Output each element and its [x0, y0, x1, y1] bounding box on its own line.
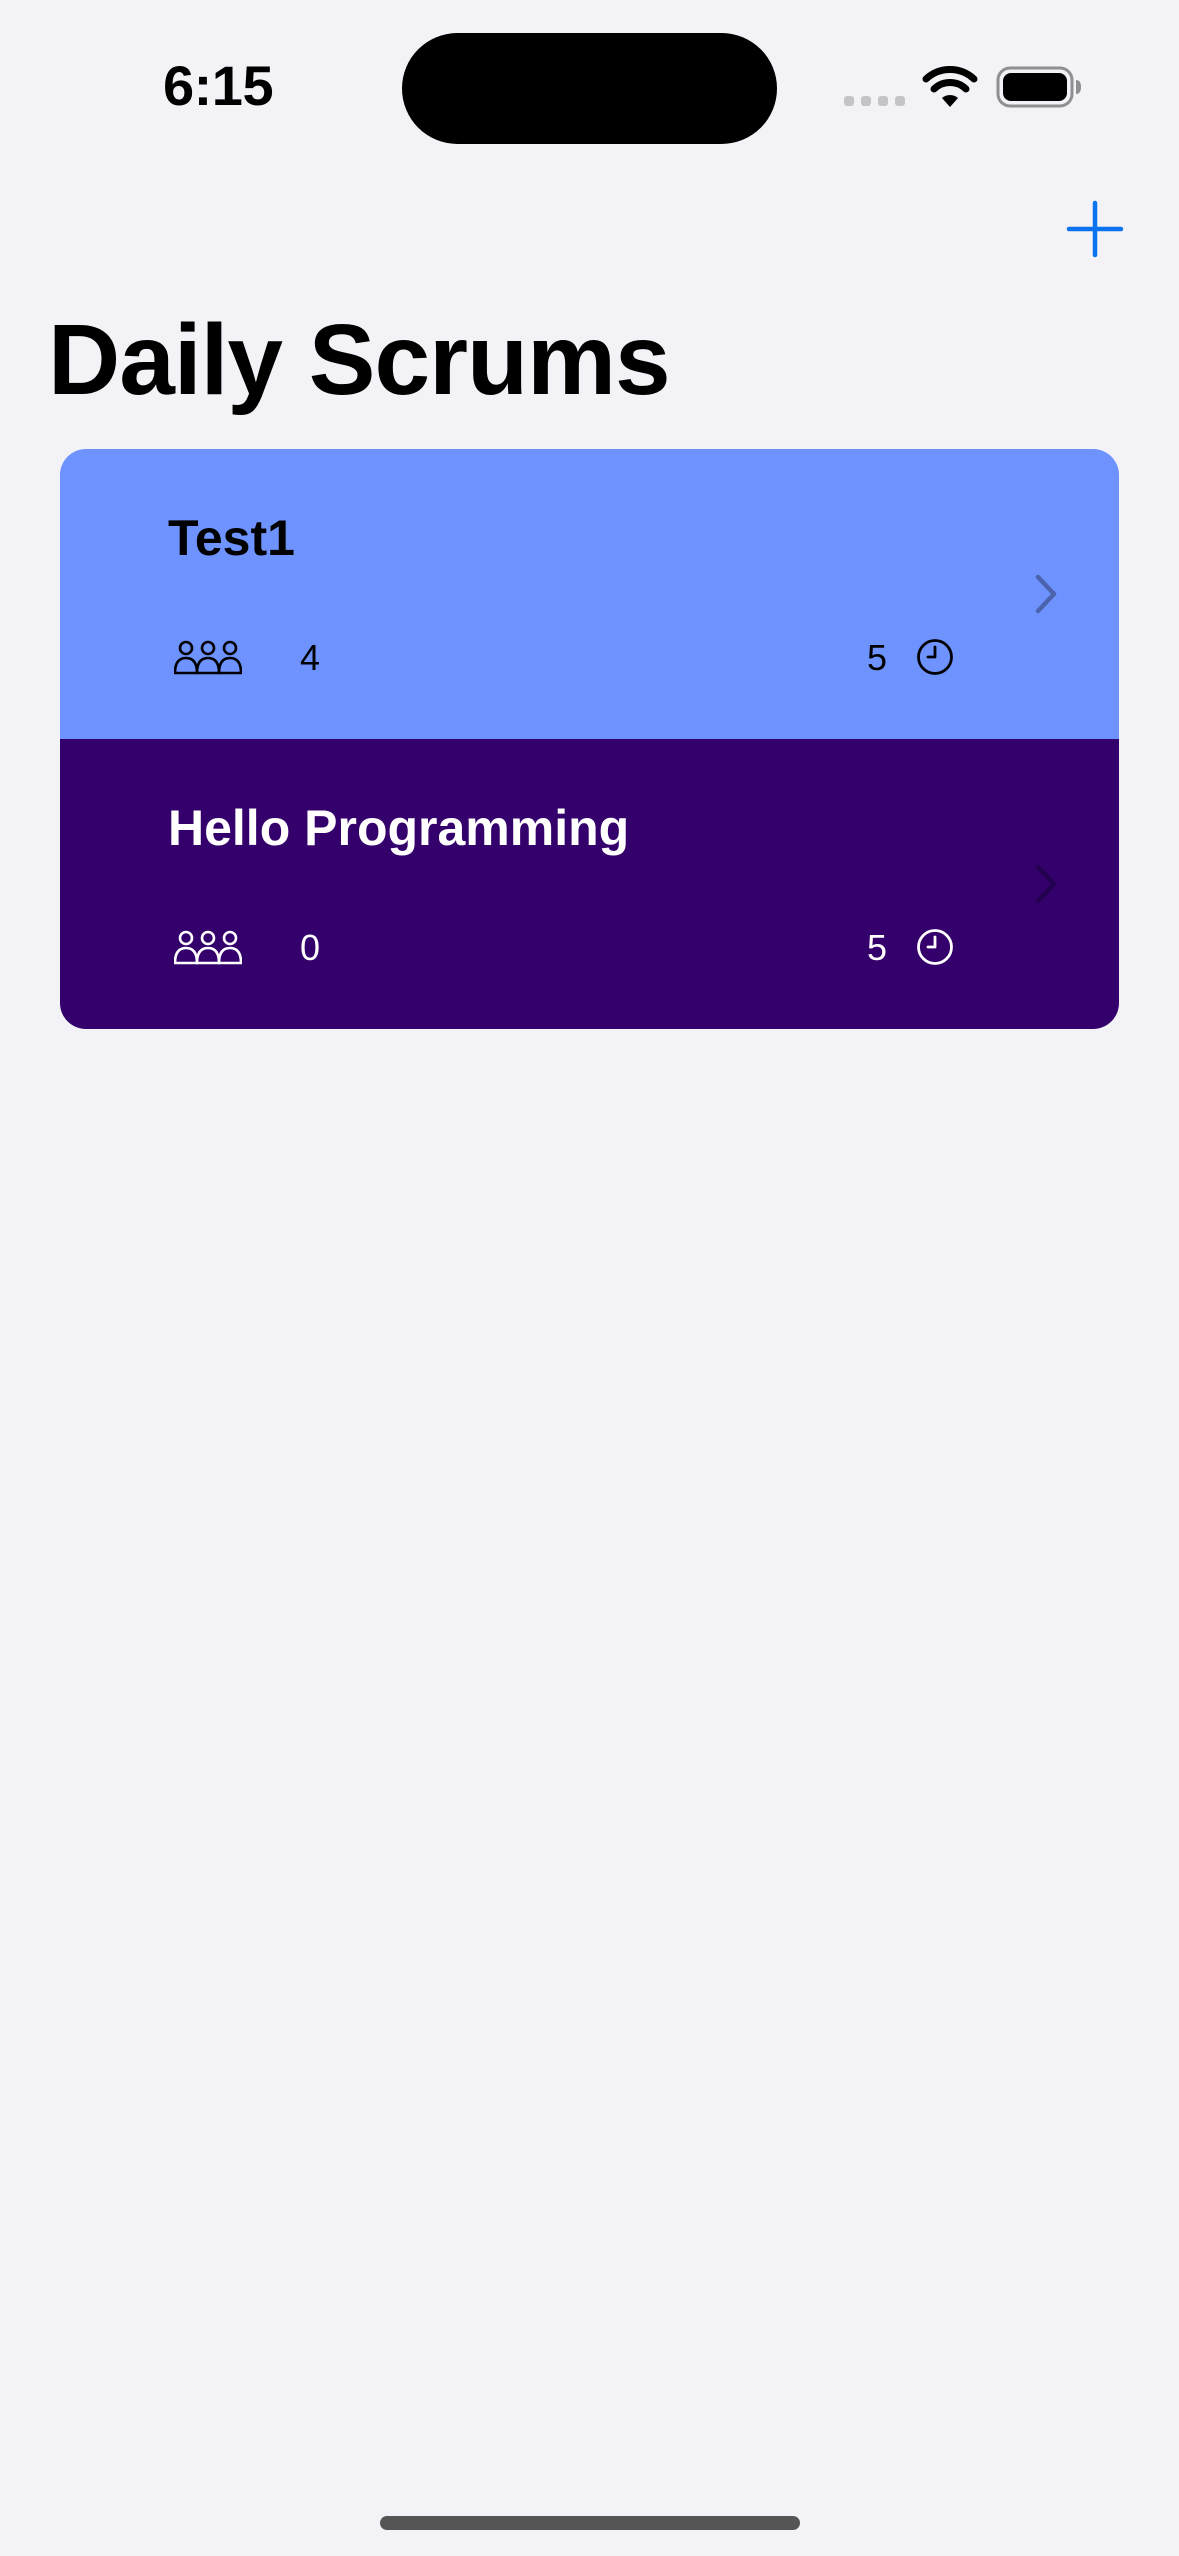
wifi-icon: [922, 66, 978, 107]
battery-icon: [996, 66, 1081, 108]
status-bar: 6:15: [0, 0, 1179, 170]
scrum-title: Hello Programming: [168, 800, 630, 856]
page-title: Daily Scrums: [48, 304, 671, 416]
scrum-row-hello-programming[interactable]: Hello Programming 0 5: [60, 739, 1119, 1029]
attendee-count: 0: [300, 927, 321, 968]
people-icon: [174, 930, 242, 965]
home-indicator[interactable]: [380, 2516, 800, 2530]
scrum-title: Test1: [168, 510, 295, 566]
duration-minutes: 5: [867, 637, 888, 678]
chevron-right-icon: [1035, 864, 1057, 904]
signal-icon: [844, 96, 905, 106]
add-scrum-button[interactable]: [1066, 200, 1124, 258]
status-time: 6:15: [163, 54, 274, 117]
clock-icon: [917, 639, 953, 675]
people-icon: [174, 640, 242, 675]
scrum-row-test1[interactable]: Test1 4 5: [60, 449, 1119, 739]
scrum-list: Test1 4 5 Hello Programming 0 5: [60, 449, 1119, 1029]
chevron-right-icon: [1035, 574, 1057, 614]
clock-icon: [917, 929, 953, 965]
dynamic-island: [402, 33, 777, 144]
plus-icon: [1066, 200, 1124, 258]
attendee-count: 4: [300, 637, 321, 678]
duration-minutes: 5: [867, 927, 888, 968]
